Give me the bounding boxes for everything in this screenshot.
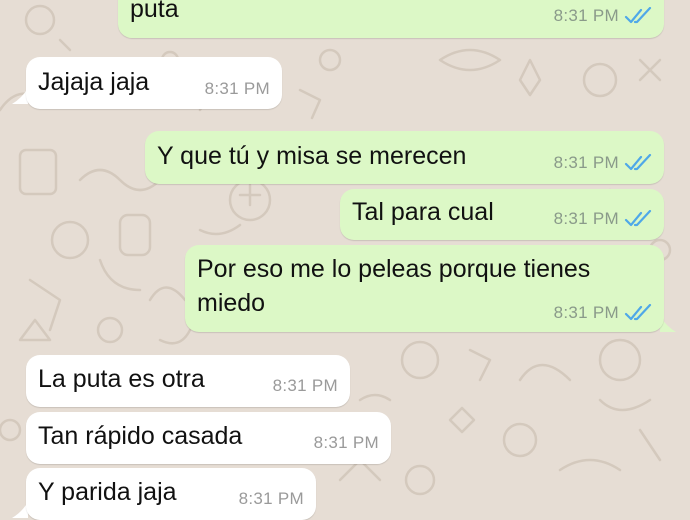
message-bubble-outgoing[interactable]: Y que tú y misa se merecen 8:31 PM	[145, 131, 664, 184]
message-text: La puta es otra	[38, 365, 205, 393]
message-time: 8:31 PM	[204, 79, 270, 98]
message-text: Y parida jaja	[38, 478, 177, 506]
double-check-read-icon	[624, 154, 652, 171]
message-bubble-incoming[interactable]: Tan rápido casada 8:31 PM	[26, 412, 391, 464]
message-meta: 8:31 PM	[239, 489, 304, 509]
message-text: Tal para cual	[352, 198, 494, 226]
message-meta: 8:31 PM	[554, 6, 652, 26]
message-bubble-incoming[interactable]: Jajaja jaja 8:31 PM	[26, 57, 282, 109]
message-meta: 8:31 PM	[314, 433, 379, 453]
message-text: Jajaja jaja	[38, 68, 150, 96]
message-text: puta	[130, 0, 179, 23]
message-bubble-outgoing[interactable]: Por eso me lo peleas porque tienes miedo…	[185, 245, 664, 332]
message-time: 8:31 PM	[553, 209, 619, 228]
message-bubble-incoming[interactable]: La puta es otra 8:31 PM	[26, 355, 350, 407]
message-text: Y que tú y misa se merecen	[157, 142, 467, 170]
message-bubble-incoming[interactable]: Y parida jaja 8:31 PM	[26, 468, 316, 520]
message-text: Tan rápido casada	[38, 422, 243, 450]
message-meta: 8:31 PM	[554, 153, 652, 173]
message-time: 8:31 PM	[238, 489, 304, 508]
double-check-read-icon	[624, 7, 652, 24]
message-bubble-outgoing[interactable]: Tal para cual 8:31 PM	[340, 189, 664, 240]
message-time: 8:31 PM	[553, 6, 619, 25]
message-bubble-outgoing[interactable]: puta 8:31 PM	[118, 0, 664, 38]
message-time: 8:31 PM	[553, 153, 619, 172]
double-check-read-icon	[624, 304, 652, 321]
message-meta: 8:31 PM	[554, 209, 652, 229]
double-check-read-icon	[624, 210, 652, 227]
message-meta: 8:31 PM	[273, 376, 338, 396]
message-time: 8:31 PM	[272, 376, 338, 395]
message-time: 8:31 PM	[313, 433, 379, 452]
message-time: 8:31 PM	[553, 303, 619, 322]
message-meta: 8:31 PM	[205, 79, 270, 99]
message-meta: 8:31 PM	[554, 303, 652, 323]
